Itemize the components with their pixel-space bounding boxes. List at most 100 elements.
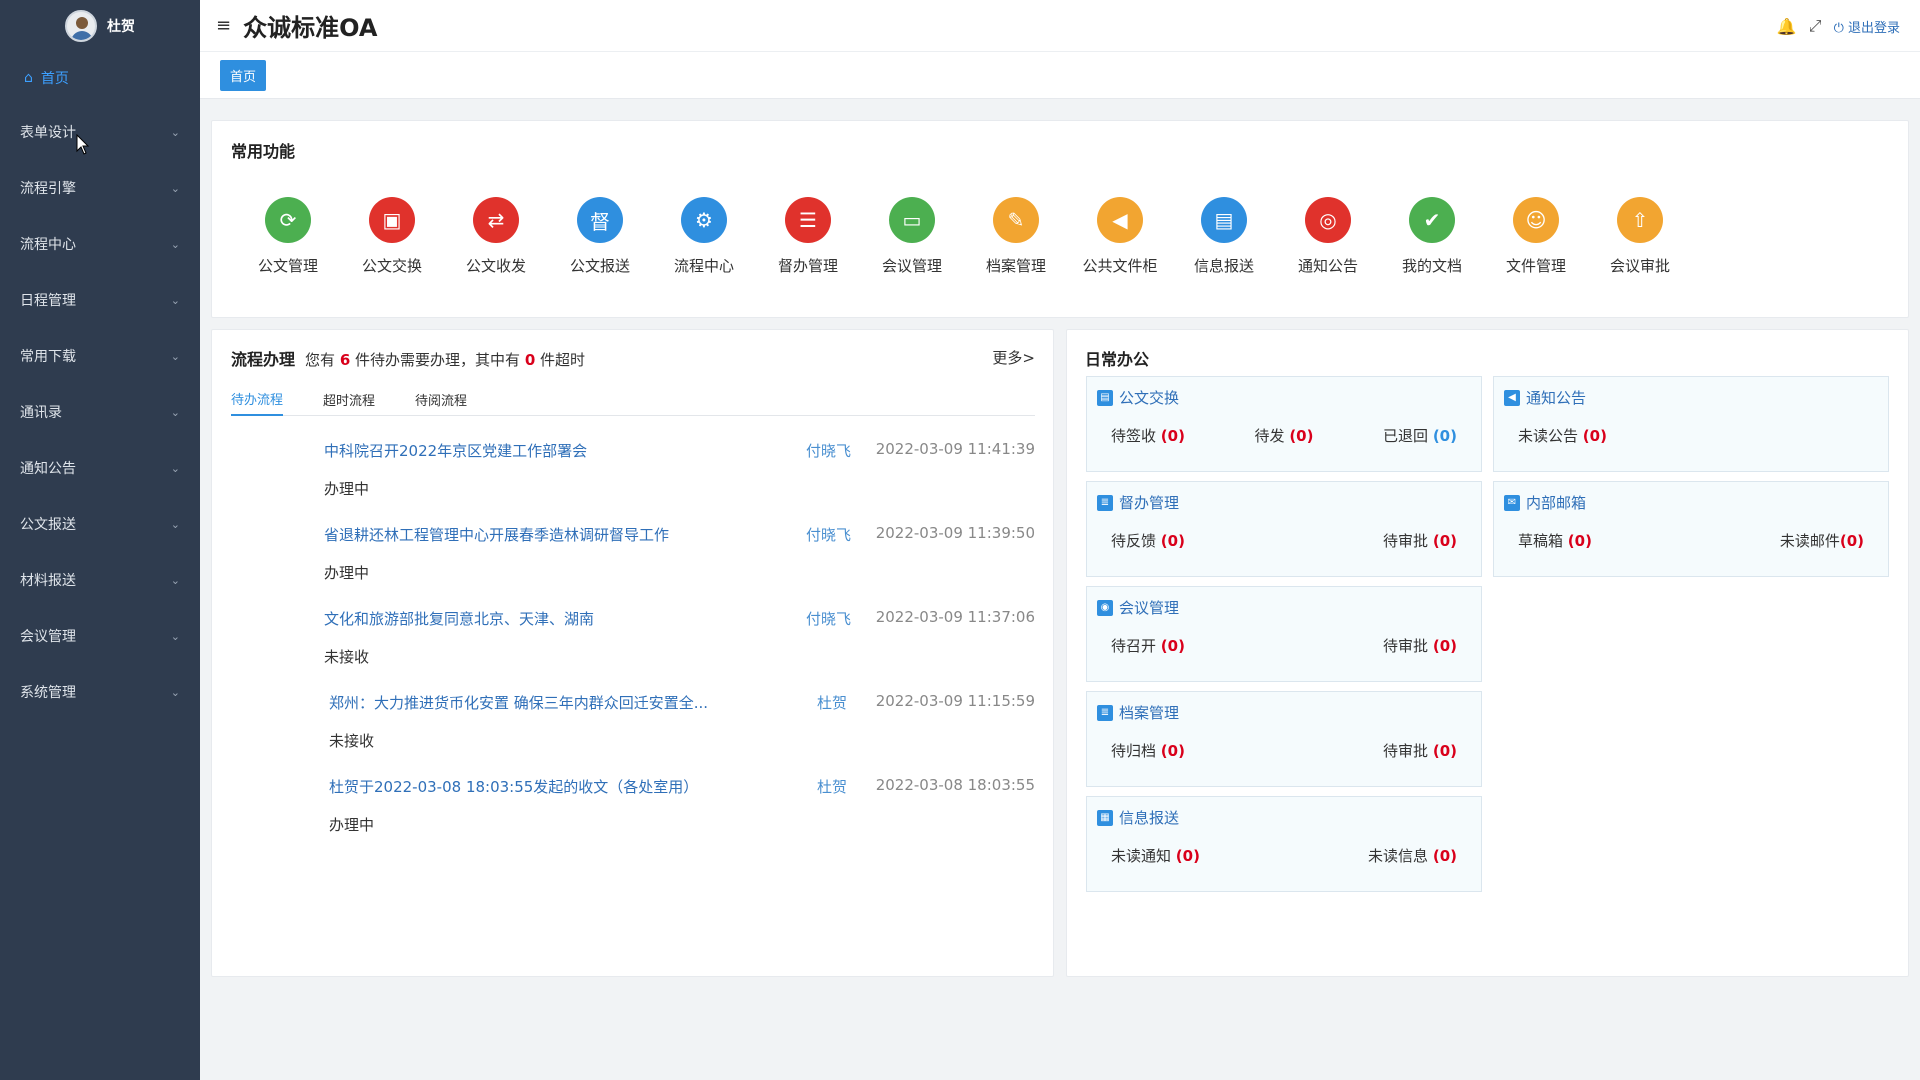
logout-button[interactable]: ⏻ 退出登录	[1834, 17, 1900, 36]
box-item[interactable]: 待审批 (0)	[1383, 530, 1457, 551]
user-name: 杜贺	[107, 19, 135, 35]
box-item[interactable]: 待召开 (0)	[1111, 635, 1185, 656]
box-item-label: 未读通知	[1111, 847, 1172, 865]
function-item[interactable]: ◀ 公共文件柜	[1068, 197, 1172, 276]
tab-pending-flow[interactable]: 待办流程	[231, 382, 284, 416]
box-item-count: (0)	[1160, 637, 1185, 655]
function-item[interactable]: ▣ 公文交换	[340, 197, 444, 276]
function-item[interactable]: ✔ 我的文档	[1380, 197, 1484, 276]
sidebar-item-home[interactable]: ⌂ 首页	[0, 52, 200, 104]
box-item[interactable]: 待归档 (0)	[1111, 740, 1185, 761]
sidebar-item-flow-engine[interactable]: 流程引擎 ⌄	[0, 160, 200, 216]
sidebar-item-downloads[interactable]: 常用下载 ⌄	[0, 328, 200, 384]
function-item[interactable]: 督公文报送	[548, 197, 652, 276]
box-item[interactable]: 待签收 (0)	[1111, 425, 1185, 446]
supervise-box[interactable]: ≣ 督办管理 待反馈 (0) 待审批 (0)	[1086, 481, 1482, 577]
info-submit-box[interactable]: ▦ 信息报送 未读通知 (0) 未读信息 (0)	[1086, 796, 1482, 892]
function-item[interactable]: ✎ 档案管理	[964, 197, 1068, 276]
report-icon: ▦	[1097, 809, 1113, 826]
box-item-label: 待审批	[1383, 637, 1429, 655]
sidebar-item-flow-center[interactable]: 流程中心 ⌄	[0, 216, 200, 272]
function-label: 公文报送	[569, 257, 630, 275]
function-label: 档案管理	[985, 257, 1046, 275]
flow-list: 中科院召开2022年京区党建工作部署会 付晓飞 2022-03-09 11:41…	[212, 440, 1055, 860]
function-label: 公文管理	[257, 257, 318, 275]
flow-item-user: 杜贺	[817, 778, 848, 796]
sidebar-item-label: 首页	[40, 71, 69, 87]
function-label: 通知公告	[1297, 257, 1358, 275]
doc-exchange-icon: ▤	[1097, 389, 1113, 406]
box-title: 档案管理	[1119, 704, 1180, 722]
function-item[interactable]: ⇄ 公文收发	[444, 197, 548, 276]
sidebar-item-label: 通知公告	[20, 461, 76, 477]
box-item-label: 待审批	[1383, 532, 1429, 550]
sidebar-item-schedule[interactable]: 日程管理 ⌄	[0, 272, 200, 328]
sidebar-item-form-design[interactable]: 表单设计 ⌄	[0, 104, 200, 160]
box-item-count: (0)	[1160, 427, 1185, 445]
tab-home[interactable]: 首页	[220, 59, 267, 91]
fullscreen-icon[interactable]: ⤢	[1809, 16, 1822, 36]
user-profile[interactable]: 杜贺	[0, 0, 200, 52]
sidebar-item-contacts[interactable]: 通讯录 ⌄	[0, 384, 200, 440]
function-item[interactable]: ☰ 督办管理	[756, 197, 860, 276]
flow-summary-middle: 件待办需要办理，其中有	[355, 351, 521, 369]
box-item[interactable]: 草稿箱 (0)	[1518, 530, 1592, 551]
sidebar-item-notices[interactable]: 通知公告 ⌄	[0, 440, 200, 496]
list-item: 中科院召开2022年京区党建工作部署会 付晓飞 2022-03-09 11:41…	[212, 440, 1055, 524]
box-item-label: 未读公告	[1518, 427, 1579, 445]
box-item[interactable]: 待审批 (0)	[1383, 740, 1457, 761]
function-label: 流程中心	[673, 257, 734, 275]
function-item[interactable]: ◎ 通知公告	[1276, 197, 1380, 276]
sidebar-item-material-submit[interactable]: 材料报送 ⌄	[0, 552, 200, 608]
box-item[interactable]: 未读公告 (0)	[1518, 425, 1607, 446]
box-item[interactable]: 待审批 (0)	[1383, 635, 1457, 656]
function-item[interactable]: ⇧ 会议审批	[1588, 197, 1692, 276]
flow-title: 流程办理	[231, 350, 296, 369]
common-functions-list: ⟳ 公文管理 ▣ 公文交换 ⇄ 公文收发 督公文报送 ⚙ 流程中心 ☰ 督办管理 ▭ 会议管理 ✎ 档案管理…	[236, 197, 1692, 276]
mailbox-box[interactable]: ✉ 内部邮箱 草稿箱 (0) 未读邮件(0)	[1493, 481, 1889, 577]
box-item[interactable]: 未读邮件(0)	[1780, 530, 1864, 551]
flow-item-title[interactable]: 文化和旅游部批复同意北京、天津、湖南	[324, 608, 594, 629]
notice-box[interactable]: ◀ 通知公告 未读公告 (0)	[1493, 376, 1889, 472]
avatar[interactable]	[65, 10, 97, 42]
sidebar-item-meetings[interactable]: 会议管理 ⌄	[0, 608, 200, 664]
box-item[interactable]: 待反馈 (0)	[1111, 530, 1185, 551]
box-header: ▤ 公文交换	[1097, 387, 1179, 408]
list-item: 文化和旅游部批复同意北京、天津、湖南 付晓飞 2022-03-09 11:37:…	[212, 608, 1055, 692]
flow-item-title[interactable]: 中科院召开2022年京区党建工作部署会	[324, 440, 587, 461]
box-item-count: (0)	[1160, 742, 1185, 760]
meeting-box[interactable]: ◉ 会议管理 待召开 (0) 待审批 (0)	[1086, 586, 1482, 682]
function-item[interactable]: ⟳ 公文管理	[236, 197, 340, 276]
box-item-count: (0)	[1432, 637, 1457, 655]
sidebar-item-doc-submit[interactable]: 公文报送 ⌄	[0, 496, 200, 552]
function-item[interactable]: ⚙ 流程中心	[652, 197, 756, 276]
function-item[interactable]: ▭ 会议管理	[860, 197, 964, 276]
overtime-count: 0	[524, 351, 536, 369]
flow-item-title[interactable]: 杜贺于2022-03-08 18:03:55发起的收文（各处室用）	[329, 776, 698, 797]
sidebar-item-system[interactable]: 系统管理 ⌄	[0, 664, 200, 720]
tab-overtime-flow[interactable]: 超时流程	[323, 382, 375, 416]
flow-item-title[interactable]: 省退耕还林工程管理中心开展春季造林调研督导工作	[324, 524, 669, 545]
menu-toggle-icon[interactable]: ≡	[216, 15, 231, 36]
doc-exchange-box[interactable]: ▤ 公文交换 待签收 (0) 待发 (0) 已退回 (0)	[1086, 376, 1482, 472]
recycle-icon: ⟳	[265, 197, 311, 243]
bell-icon[interactable]: 🔔	[1777, 17, 1797, 36]
function-item[interactable]: ☺ 文件管理	[1484, 197, 1588, 276]
flow-item-title[interactable]: 郑州：大力推进货币化安置 确保三年内群众回迁安置全...	[329, 692, 708, 713]
box-item-label: 待反馈	[1111, 532, 1157, 550]
mail-icon: ✉	[1504, 494, 1520, 511]
box-item-label: 待发	[1254, 427, 1285, 445]
box-item[interactable]: 待发 (0)	[1255, 425, 1314, 446]
more-link[interactable]: 更多>	[992, 347, 1035, 368]
box-items: 未读公告 (0)	[1518, 425, 1864, 446]
flow-summary: 您有 6 件待办需要办理，其中有 0 件超时	[305, 349, 585, 370]
box-item[interactable]: 未读信息 (0)	[1368, 845, 1457, 866]
archive-box[interactable]: ≣ 档案管理 待归档 (0) 待审批 (0)	[1086, 691, 1482, 787]
document-icon: ▣	[369, 197, 415, 243]
top-actions: 🔔 ⤢ ⏻ 退出登录	[1777, 0, 1900, 52]
function-item[interactable]: ▤ 信息报送	[1172, 197, 1276, 276]
box-item[interactable]: 未读通知 (0)	[1111, 845, 1200, 866]
tab-toread-flow[interactable]: 待阅流程	[415, 382, 467, 416]
box-item[interactable]: 已退回 (0)	[1383, 425, 1457, 446]
box-header: ◉ 会议管理	[1097, 597, 1179, 618]
